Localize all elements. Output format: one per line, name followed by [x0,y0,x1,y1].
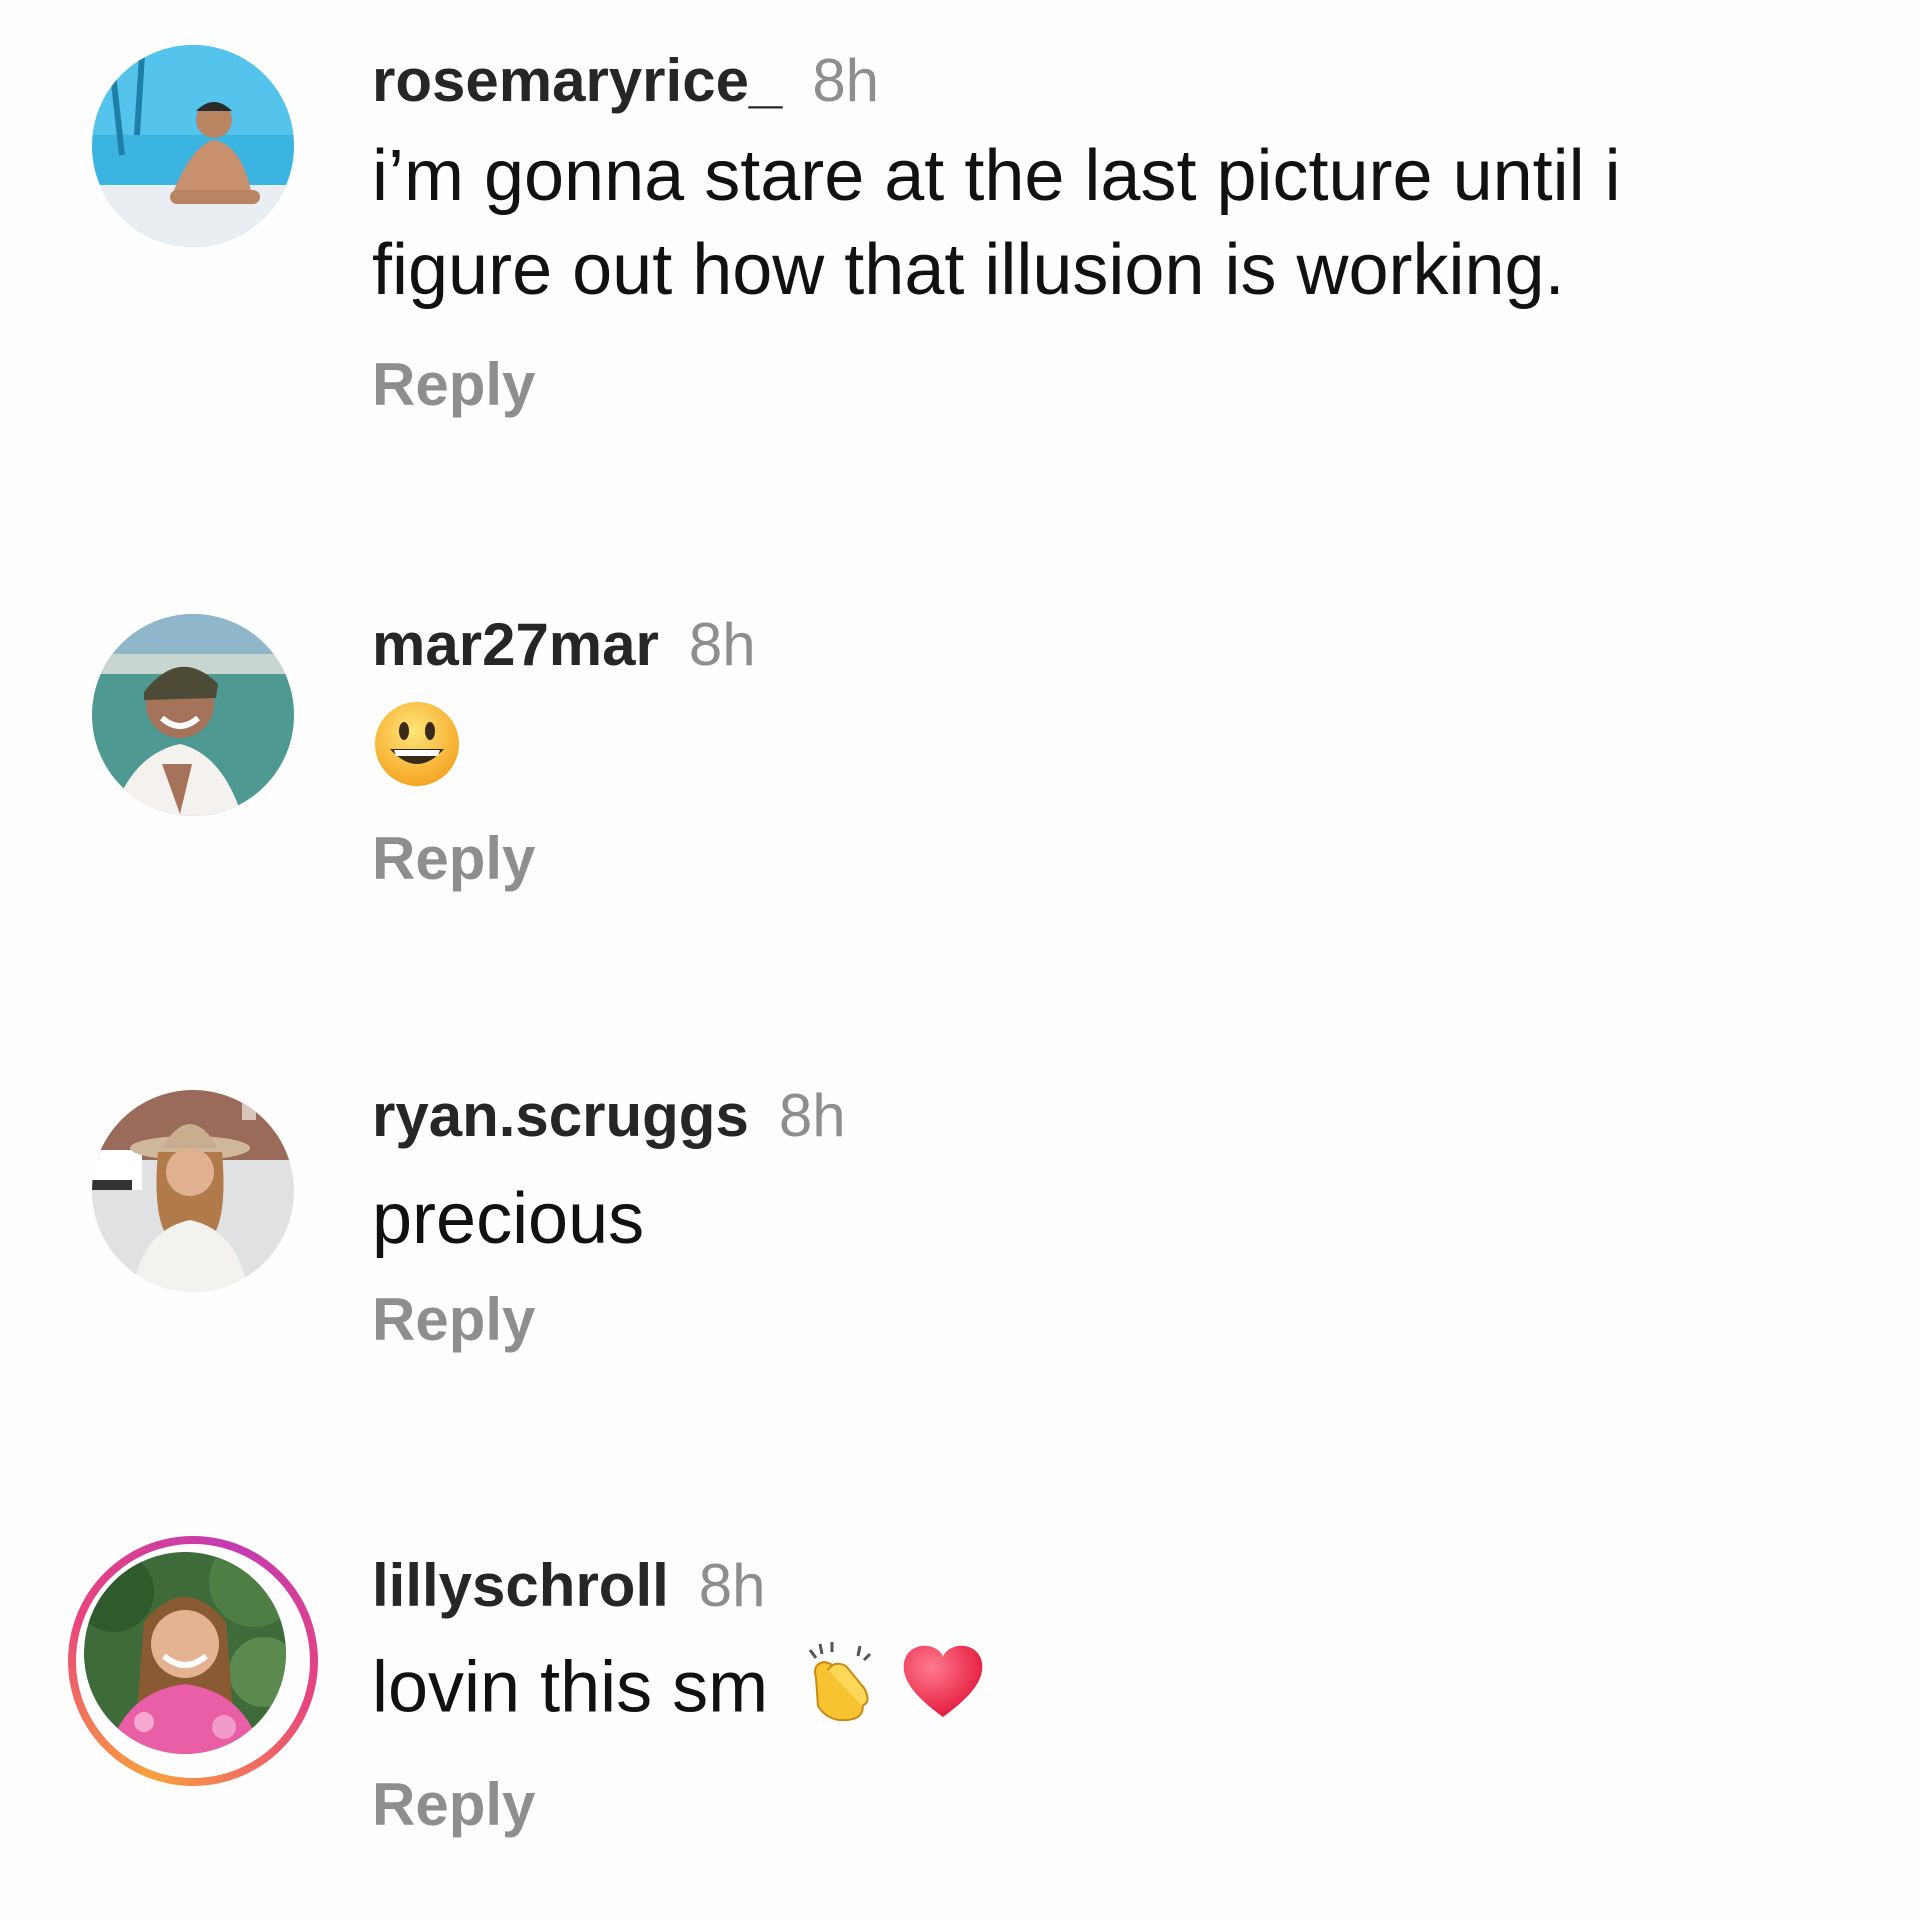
comment-text: precious [372,1179,645,1259]
avatar-photo-pool-icon [92,45,294,247]
avatar-story-ring[interactable] [68,1536,318,1786]
avatar[interactable] [92,45,294,247]
clapping-hands-emoji-icon [802,1640,878,1745]
avatar[interactable] [92,614,294,816]
avatar[interactable] [92,1090,294,1292]
comment-content: ryan.scruggs 8h precious Reply [372,1080,1812,1356]
grinning-face-emoji-icon [372,699,462,812]
red-heart-emoji-icon [900,1641,986,1744]
reply-button[interactable]: Reply [372,349,535,421]
comment-list: rosemaryrice_ 8h i’m gonna stare at the l… [0,0,1920,1920]
comment-content: rosemaryrice_ 8h i’m gonna stare at the l… [372,45,1812,421]
comment-text [372,699,1812,793]
comment-header: mar27mar 8h [372,609,1812,681]
timestamp: 8h [812,47,880,114]
avatar-photo-garden-icon [84,1552,286,1754]
username-link[interactable]: rosemaryrice_ [372,47,782,114]
reply-button[interactable]: Reply [372,1284,535,1356]
username-link[interactable]: lillyschroll [372,1552,669,1619]
comment-content: mar27mar 8h Reply [372,609,1812,895]
timestamp: 8h [688,611,756,678]
comment-text: i’m gonna stare at the last picture unti… [372,136,1621,310]
avatar-photo-beach-icon [92,614,294,816]
timestamp: 8h [778,1082,846,1149]
comment-text-content: lovin this sm [372,1647,769,1728]
story-ring [68,1536,318,1786]
comment-text: lovin this sm [372,1640,1812,1745]
timestamp: 8h [698,1552,766,1619]
avatar-photo-street-icon [92,1090,294,1292]
comment-header: rosemaryrice_ 8h [372,45,1812,117]
comment-content: lillyschroll 8h lovin this sm Reply [372,1550,1812,1841]
username-link[interactable]: mar27mar [372,611,659,678]
comment-header: lillyschroll 8h [372,1550,1812,1622]
comment-header: ryan.scruggs 8h [372,1080,1812,1152]
username-link[interactable]: ryan.scruggs [372,1082,749,1149]
reply-button[interactable]: Reply [372,1769,535,1841]
reply-button[interactable]: Reply [372,823,535,895]
